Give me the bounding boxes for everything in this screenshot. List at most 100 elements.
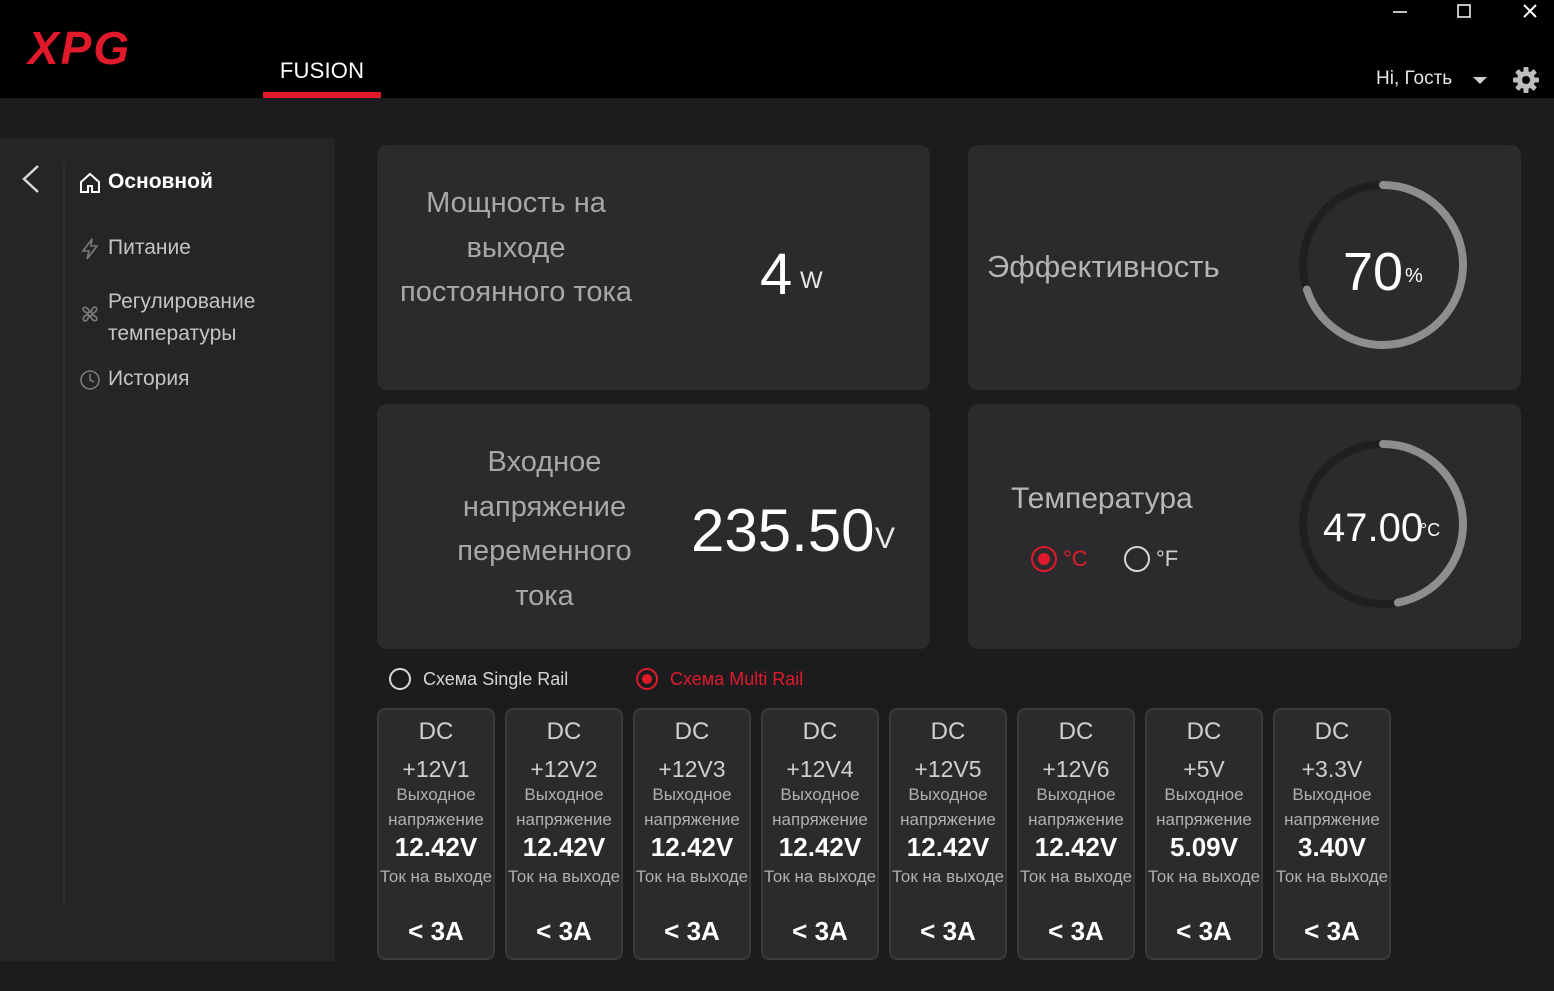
ac-input-voltage-label: Входное напряжение переменного тока (457, 446, 632, 612)
active-tab-indicator (263, 92, 381, 98)
rail-voltage-label: Выходное напряжение (1284, 785, 1380, 829)
rail-name: +3.3V (1301, 756, 1363, 782)
rail-dc-label: DC (802, 718, 838, 745)
rail-current-value: < 3A (792, 916, 848, 946)
ac-input-voltage-value: 235.50 (691, 497, 875, 564)
rail-card: DC +12V5 Выходное напряжение 12.42V Ток … (889, 708, 1007, 960)
rail-current-value: < 3A (536, 916, 592, 946)
sidebar-item-history[interactable]: История (78, 367, 189, 392)
rail-card: DC +12V3 Выходное напряжение 12.42V Ток … (633, 708, 751, 960)
maximize-icon (1457, 4, 1471, 18)
rail-dc-label: DC (1058, 718, 1094, 745)
rail-current-value: < 3A (1048, 916, 1104, 946)
rail-current-label: Ток на выходе (1019, 867, 1133, 886)
rail-voltage-value: 5.09V (1170, 832, 1238, 862)
efficiency-label: Эффективность (987, 249, 1220, 284)
rail-name: +12V2 (530, 756, 598, 782)
efficiency-card: Эффективность 70 % (968, 145, 1521, 390)
sidebar-item-label: Питание (108, 236, 191, 259)
rail-voltage-label: Выходное напряжение (388, 785, 484, 829)
sidebar-item-label: Регулирование температуры (108, 290, 256, 345)
rail-current-value: < 3A (408, 916, 464, 946)
rail-voltage-label: Выходное напряжение (644, 785, 740, 829)
rail-voltage-label: Выходное напряжение (516, 785, 612, 829)
rail-voltage-value: 3.40V (1298, 832, 1366, 862)
dc-output-power-label: Мощность на выходе постоянного тока (400, 187, 632, 308)
rail-current-label: Ток на выходе (1275, 867, 1389, 886)
sidebar-divider (63, 162, 65, 904)
back-button[interactable] (18, 162, 44, 196)
rail-voltage-value: 12.42V (1034, 832, 1118, 862)
chevron-left-icon (22, 165, 39, 193)
temperature-value: 47.00 (1323, 506, 1424, 550)
minimize-button[interactable] (1380, 0, 1420, 22)
rail-dc-label: DC (930, 718, 966, 745)
gear-icon[interactable] (1512, 66, 1540, 94)
rail-current-value: < 3A (920, 916, 976, 946)
rail-card: DC +12V6 Выходное напряжение 12.42V Ток … (1017, 708, 1135, 960)
xpg-logo: XPG (25, 22, 201, 74)
fan-icon (82, 306, 98, 322)
temperature-label: Температура (1011, 482, 1193, 515)
rail-name: +5V (1183, 756, 1225, 782)
rail-voltage-value: 12.42V (394, 832, 478, 862)
celsius-radio[interactable] (1031, 546, 1057, 572)
multi-rail-radio[interactable] (636, 668, 658, 690)
rail-name: +12V1 (402, 756, 470, 782)
rail-dc-label: DC (546, 718, 582, 745)
celsius-option[interactable]: °C (1031, 546, 1088, 572)
sidebar (0, 138, 335, 961)
single-rail-label: Схема Single Rail (423, 668, 569, 689)
dc-output-power-card: Мощность на выходе постоянного тока 4 W (377, 145, 930, 390)
rail-current-label: Ток на выходе (1147, 867, 1261, 886)
rail-voltage-value: 12.42V (778, 832, 862, 862)
rail-current-label: Ток на выходе (891, 867, 1005, 886)
title-bar: XPG FUSION Hi, Гость (0, 0, 1554, 98)
efficiency-unit: % (1405, 265, 1423, 287)
sidebar-item-temperature[interactable]: Регулирование температуры (78, 286, 288, 350)
close-icon (1523, 4, 1537, 18)
maximize-button[interactable] (1444, 0, 1484, 22)
temperature-card: Температура °C °F 47.00 °C (968, 404, 1521, 649)
chevron-down-icon[interactable] (1473, 77, 1487, 84)
temperature-unit: °C (1420, 520, 1441, 540)
rail-current-label: Ток на выходе (379, 867, 493, 886)
home-icon (80, 172, 100, 193)
fahrenheit-radio[interactable] (1124, 546, 1150, 572)
dc-output-power-unit: W (800, 267, 823, 294)
fahrenheit-option[interactable]: °F (1124, 546, 1178, 572)
rail-voltage-label: Выходное напряжение (1156, 785, 1252, 829)
tab-fusion[interactable]: FUSION (263, 58, 381, 98)
rail-dc-label: DC (674, 718, 710, 745)
rail-name: +12V4 (786, 756, 854, 782)
tab-fusion-label: FUSION (279, 58, 365, 83)
ac-input-voltage-unit: V (875, 522, 896, 555)
rail-card: DC +12V2 Выходное напряжение 12.42V Ток … (505, 708, 623, 960)
clock-icon (80, 370, 100, 390)
rail-card: DC +12V1 Выходное напряжение 12.42V Ток … (377, 708, 495, 960)
sidebar-item-power[interactable]: Питание (78, 236, 191, 261)
sidebar-item-main[interactable]: Основной (78, 170, 213, 195)
multi-rail-option[interactable]: Схема Multi Rail (636, 668, 803, 690)
rail-card: DC +5V Выходное напряжение 5.09V Ток на … (1145, 708, 1263, 960)
single-rail-radio[interactable] (389, 668, 411, 690)
rail-current-label: Ток на выходе (763, 867, 877, 886)
rail-dc-label: DC (1314, 718, 1350, 745)
single-rail-option[interactable]: Схема Single Rail (389, 668, 568, 690)
rail-current-label: Ток на выходе (507, 867, 621, 886)
lightning-icon (81, 238, 99, 260)
fahrenheit-label: °F (1156, 546, 1179, 571)
rail-current-value: < 3A (1304, 916, 1360, 946)
sidebar-item-label: История (108, 367, 190, 390)
ac-input-voltage-card: Входное напряжение переменного тока 235.… (377, 404, 930, 649)
celsius-label: °C (1063, 546, 1088, 571)
rail-name: +12V5 (914, 756, 982, 782)
close-button[interactable] (1510, 0, 1550, 22)
rail-voltage-value: 12.42V (906, 832, 990, 862)
rail-voltage-label: Выходное напряжение (1028, 785, 1124, 829)
dc-output-power-value: 4 (760, 242, 793, 307)
rail-voltage-value: 12.42V (522, 832, 606, 862)
efficiency-value: 70 (1343, 242, 1404, 302)
rail-dc-label: DC (418, 718, 454, 745)
user-menu[interactable]: Hi, Гость (1376, 68, 1452, 90)
